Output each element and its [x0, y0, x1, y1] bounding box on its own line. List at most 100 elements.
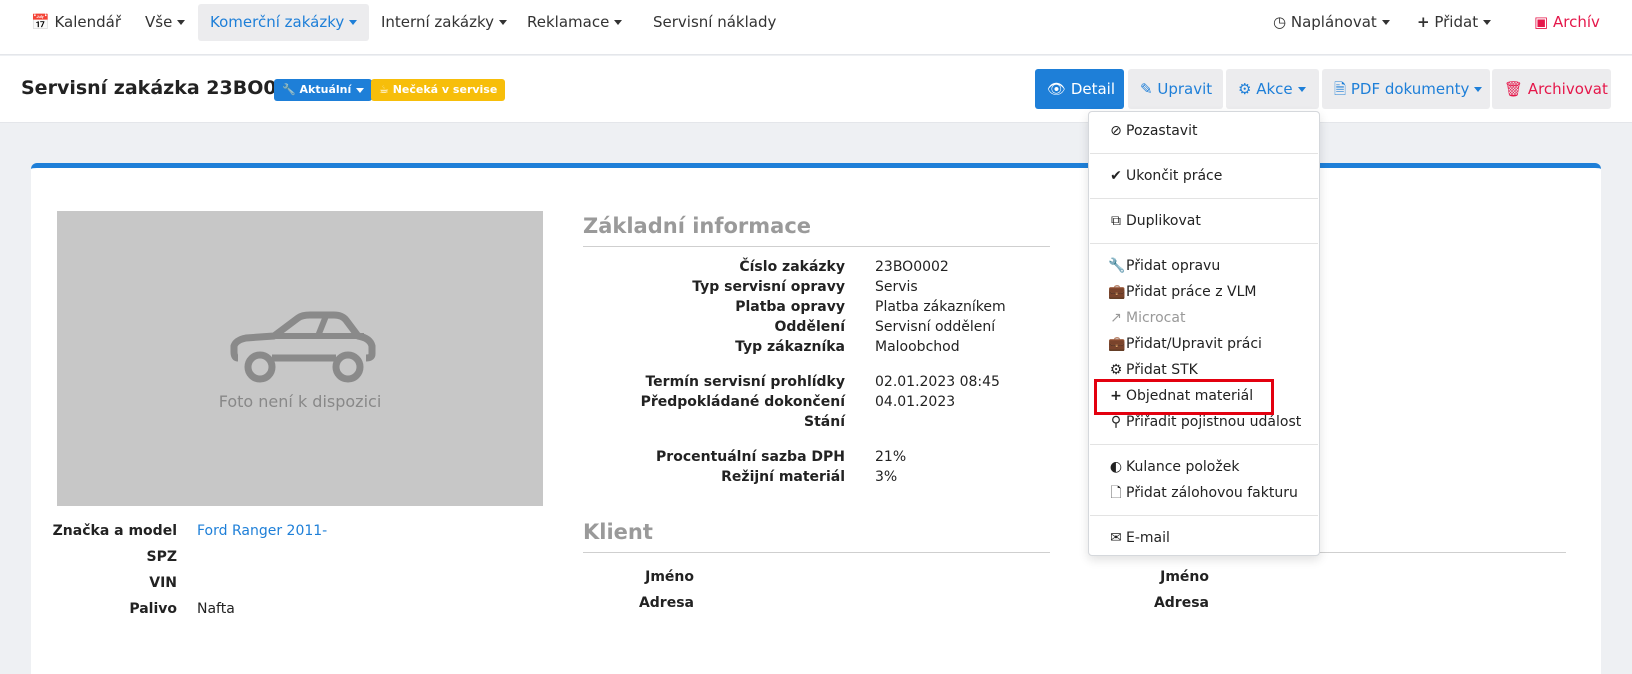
- wrench-icon: 🔧: [282, 83, 296, 96]
- trash-icon: 🗑: [1504, 80, 1524, 98]
- info-value: 21%: [875, 449, 907, 465]
- detail-button-label: Detail: [1070, 80, 1116, 98]
- menu-item-label: Duplikovat: [1126, 213, 1201, 229]
- caret-down-icon: [177, 20, 186, 25]
- calendar-icon: 📅: [31, 13, 50, 31]
- check-icon: ✔: [1110, 168, 1122, 184]
- eye-icon: 👁: [1047, 80, 1067, 98]
- upravit-button[interactable]: ✎ Upravit: [1128, 69, 1223, 109]
- gear-icon: ⚙: [1238, 80, 1252, 98]
- menu-item-label: Přidat opravu: [1126, 258, 1221, 274]
- car-icon: [230, 311, 376, 383]
- nav-archiv[interactable]: ▣ Archív: [1522, 4, 1612, 41]
- briefcase-icon: 💼: [1108, 336, 1126, 352]
- nav-pridat[interactable]: + Přidat: [1405, 4, 1503, 41]
- menu-item-pozastavit[interactable]: ⊘ Pozastavit: [1108, 120, 1197, 142]
- menu-item-email[interactable]: ✉ E-mail: [1108, 527, 1170, 549]
- menu-divider: [1090, 153, 1318, 154]
- palivo-value: Nafta: [197, 601, 235, 617]
- menu-item-label: Kulance položek: [1126, 459, 1240, 475]
- info-value: Maloobchod: [875, 339, 960, 355]
- client-adresa-label: Adresa: [638, 595, 694, 611]
- info-value: 02.01.2023 08:45: [875, 374, 1000, 390]
- basic-info-divider: [583, 246, 1050, 247]
- info-label: Procentuální sazba DPH: [656, 449, 845, 465]
- info-value: 23BO0002: [875, 259, 949, 275]
- caret-down-icon: [1474, 87, 1483, 92]
- client-divider: [583, 552, 1050, 553]
- nav-reklamace-label: Reklamace: [527, 13, 610, 31]
- envelope-icon: ✉: [1110, 530, 1122, 546]
- menu-item-pridat-zalohovou-fakturu[interactable]: 🗋 Přidat zálohovou fakturu: [1108, 482, 1298, 504]
- nav-kalendar-label: Kalendář: [54, 13, 122, 31]
- nav-naplanovat[interactable]: ◷ Naplánovat: [1261, 4, 1402, 41]
- nav-komercni-zakazky[interactable]: Komerční zakázky: [198, 4, 370, 41]
- caret-down-icon: [1483, 20, 1492, 25]
- pencil-icon: ✎: [1140, 80, 1153, 98]
- info-value: Servis: [875, 279, 918, 295]
- nav-archiv-label: Archív: [1552, 13, 1600, 31]
- model-label: Značka a model: [52, 523, 177, 539]
- waiting-badge: ☕ Nečeká v servise: [371, 79, 506, 101]
- clock-icon: ◷: [1273, 13, 1287, 31]
- caret-down-icon: [1297, 87, 1306, 92]
- info-label: Stání: [804, 414, 845, 430]
- wrench-icon: 🔧: [1108, 258, 1126, 274]
- client-title: Klient: [583, 520, 653, 544]
- menu-item-label: Přidat zálohovou fakturu: [1126, 485, 1298, 501]
- model-value-link[interactable]: Ford Ranger 2011-: [197, 523, 327, 539]
- archivovat-button[interactable]: 🗑 Archivovat: [1492, 69, 1611, 109]
- info-label: Typ zákazníka: [735, 339, 845, 355]
- caret-down-icon: [349, 20, 358, 25]
- menu-item-label: Microcat: [1126, 310, 1186, 326]
- nav-kalendar[interactable]: 📅 Kalendář: [19, 4, 133, 41]
- caret-down-icon: [498, 20, 507, 25]
- menu-item-pridat-upravit-praci[interactable]: 💼Přidat/Upravit práci: [1108, 333, 1262, 355]
- info-label: Oddělení: [774, 319, 846, 335]
- pdf-button-label: PDF dokumenty: [1350, 80, 1470, 98]
- menu-item-kulance-polozek[interactable]: ◐ Kulance položek: [1108, 456, 1240, 478]
- menu-item-pridat-prace-vlm[interactable]: 💼Přidat práce z VLM: [1108, 281, 1256, 303]
- akce-button[interactable]: ⚙ Akce: [1226, 69, 1319, 109]
- menu-item-pridat-opravu[interactable]: 🔧Přidat opravu: [1108, 255, 1220, 277]
- nav-vse[interactable]: Vše: [133, 4, 197, 41]
- archive-icon: ▣: [1534, 13, 1549, 31]
- waiting-badge-label: Nečeká v servise: [392, 83, 498, 96]
- menu-item-pridat-stk[interactable]: ⚙ Přidat STK: [1108, 359, 1198, 381]
- nav-servisni-naklady-label: Servisní náklady: [653, 13, 777, 31]
- menu-item-label: Ukončit práce: [1126, 168, 1223, 184]
- info-value: 3%: [875, 469, 898, 485]
- menu-divider: [1090, 243, 1318, 244]
- file-pdf-icon: 🗎: [1334, 80, 1347, 98]
- menu-item-label: Pozastavit: [1126, 123, 1198, 139]
- caret-down-icon: [1381, 20, 1390, 25]
- detail-button[interactable]: 👁 Detail: [1035, 69, 1124, 109]
- top-navbar: 📅 Kalendář Vše Komerční zakázky Interní …: [0, 0, 1632, 55]
- akce-dropdown-menu: ⊘ Pozastavit ✔ Ukončit práce ⧉ Duplikovat 🔧…: [1088, 111, 1320, 556]
- client2-jmeno-label: Jméno: [1160, 569, 1209, 585]
- menu-item-duplikovat[interactable]: ⧉ Duplikovat: [1108, 210, 1201, 232]
- client-jmeno-label: Jméno: [645, 569, 694, 585]
- external-link-icon: ↗: [1110, 310, 1122, 326]
- pdf-dokumenty-button[interactable]: 🗎 PDF dokumenty: [1322, 69, 1490, 109]
- nav-reklamace[interactable]: Reklamace: [515, 4, 634, 41]
- gears-icon: ⚙: [1109, 362, 1123, 378]
- page-header: Servisní zakázka 23BO0002 🔧 Aktuální ☕ N…: [0, 56, 1632, 123]
- nav-interni-zakazky[interactable]: Interní zakázky: [369, 4, 519, 41]
- caret-down-icon: [614, 20, 623, 25]
- nav-komercni-label: Komerční zakázky: [210, 13, 345, 31]
- briefcase-icon: 💼: [1108, 284, 1126, 300]
- copy-icon: ⧉: [1111, 213, 1121, 229]
- info-label: Režijní materiál: [721, 469, 845, 485]
- menu-item-ukoncit-prace[interactable]: ✔ Ukončit práce: [1108, 165, 1222, 187]
- nav-vse-label: Vše: [145, 13, 173, 31]
- page-title: Servisní zakázka 23BO0002: [21, 77, 317, 99]
- nav-servisni-naklady[interactable]: Servisní náklady: [641, 4, 788, 41]
- menu-item-label: Přidat STK: [1126, 362, 1198, 378]
- menu-item-label: Přiřadit pojistnou událost: [1126, 414, 1302, 430]
- info-label: Číslo zakázky: [739, 259, 845, 275]
- info-label: Typ servisní opravy: [692, 279, 845, 295]
- info-label: Termín servisní prohlídky: [645, 374, 845, 390]
- status-badge[interactable]: 🔧 Aktuální: [274, 79, 373, 101]
- menu-item-label: Přidat/Upravit práci: [1126, 336, 1262, 352]
